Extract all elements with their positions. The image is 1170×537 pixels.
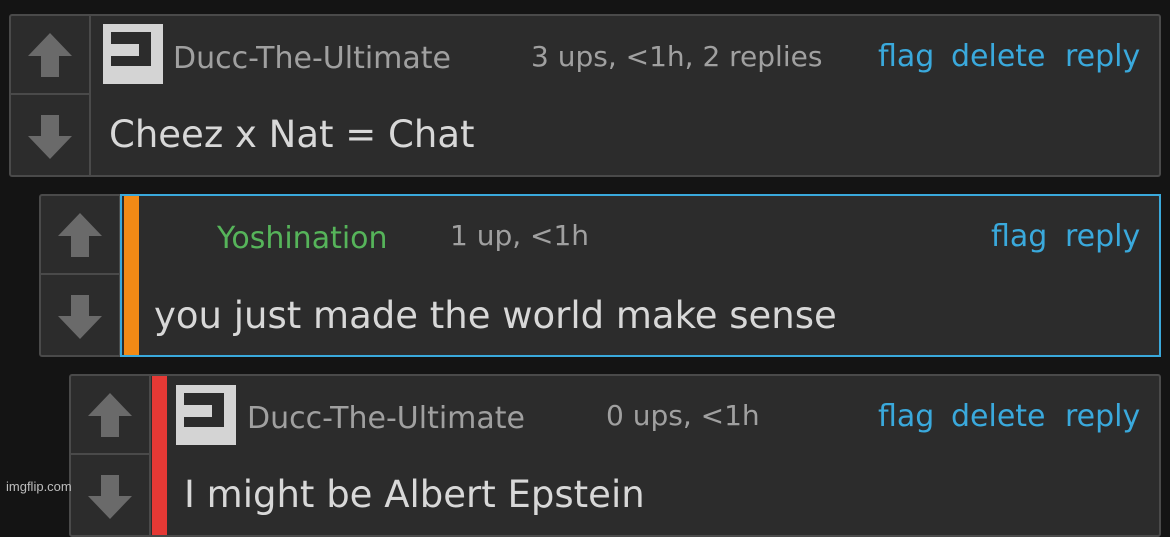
delete-link[interactable]: delete xyxy=(951,399,1046,434)
arrow-down-icon xyxy=(58,294,102,339)
avatar-icon xyxy=(103,24,163,84)
reply-stripe xyxy=(152,376,167,535)
username[interactable]: Ducc-The-Ultimate xyxy=(173,41,451,76)
reply-link[interactable]: reply xyxy=(1065,219,1140,254)
flag-link[interactable]: flag xyxy=(991,219,1047,254)
comment-meta: 1 up, <1h xyxy=(450,219,590,252)
flag-link[interactable]: flag xyxy=(878,399,934,434)
delete-link[interactable]: delete xyxy=(951,39,1046,74)
vote-column xyxy=(71,376,151,535)
flag-link[interactable]: flag xyxy=(878,39,934,74)
upvote-button[interactable] xyxy=(41,196,119,275)
comment-3: Ducc-The-Ultimate 0 ups, <1h flag delete… xyxy=(69,374,1161,537)
upvote-button[interactable] xyxy=(11,16,89,95)
comment-text: Cheez x Nat = Chat xyxy=(109,113,475,156)
comment-text: you just made the world make sense xyxy=(154,294,837,337)
reply-link[interactable]: reply xyxy=(1065,39,1140,74)
avatar[interactable] xyxy=(103,24,163,84)
reply-stripe xyxy=(124,196,139,355)
username[interactable]: Ducc-The-Ultimate xyxy=(247,401,525,436)
comment-text: I might be Albert Epstein xyxy=(184,473,645,516)
comment-2: Yoshination 1 up, <1h flag reply you jus… xyxy=(39,194,1161,357)
watermark: imgflip.com xyxy=(6,479,72,494)
comment-meta: 0 ups, <1h xyxy=(606,399,760,432)
avatar-icon xyxy=(176,385,236,445)
arrow-up-icon xyxy=(88,392,132,437)
arrow-down-icon xyxy=(28,114,72,159)
comment-meta: 3 ups, <1h, 2 replies xyxy=(531,40,823,73)
avatar[interactable] xyxy=(176,385,236,445)
arrow-down-icon xyxy=(88,474,132,519)
vote-column xyxy=(11,16,91,175)
downvote-button[interactable] xyxy=(71,457,149,536)
upvote-button[interactable] xyxy=(71,376,149,455)
arrow-up-icon xyxy=(58,212,102,257)
reply-link[interactable]: reply xyxy=(1065,399,1140,434)
username[interactable]: Yoshination xyxy=(217,221,388,256)
downvote-button[interactable] xyxy=(11,97,89,176)
arrow-up-icon xyxy=(28,32,72,77)
comment-1: Ducc-The-Ultimate 3 ups, <1h, 2 replies … xyxy=(9,14,1161,177)
downvote-button[interactable] xyxy=(41,277,119,356)
vote-column xyxy=(41,196,121,355)
